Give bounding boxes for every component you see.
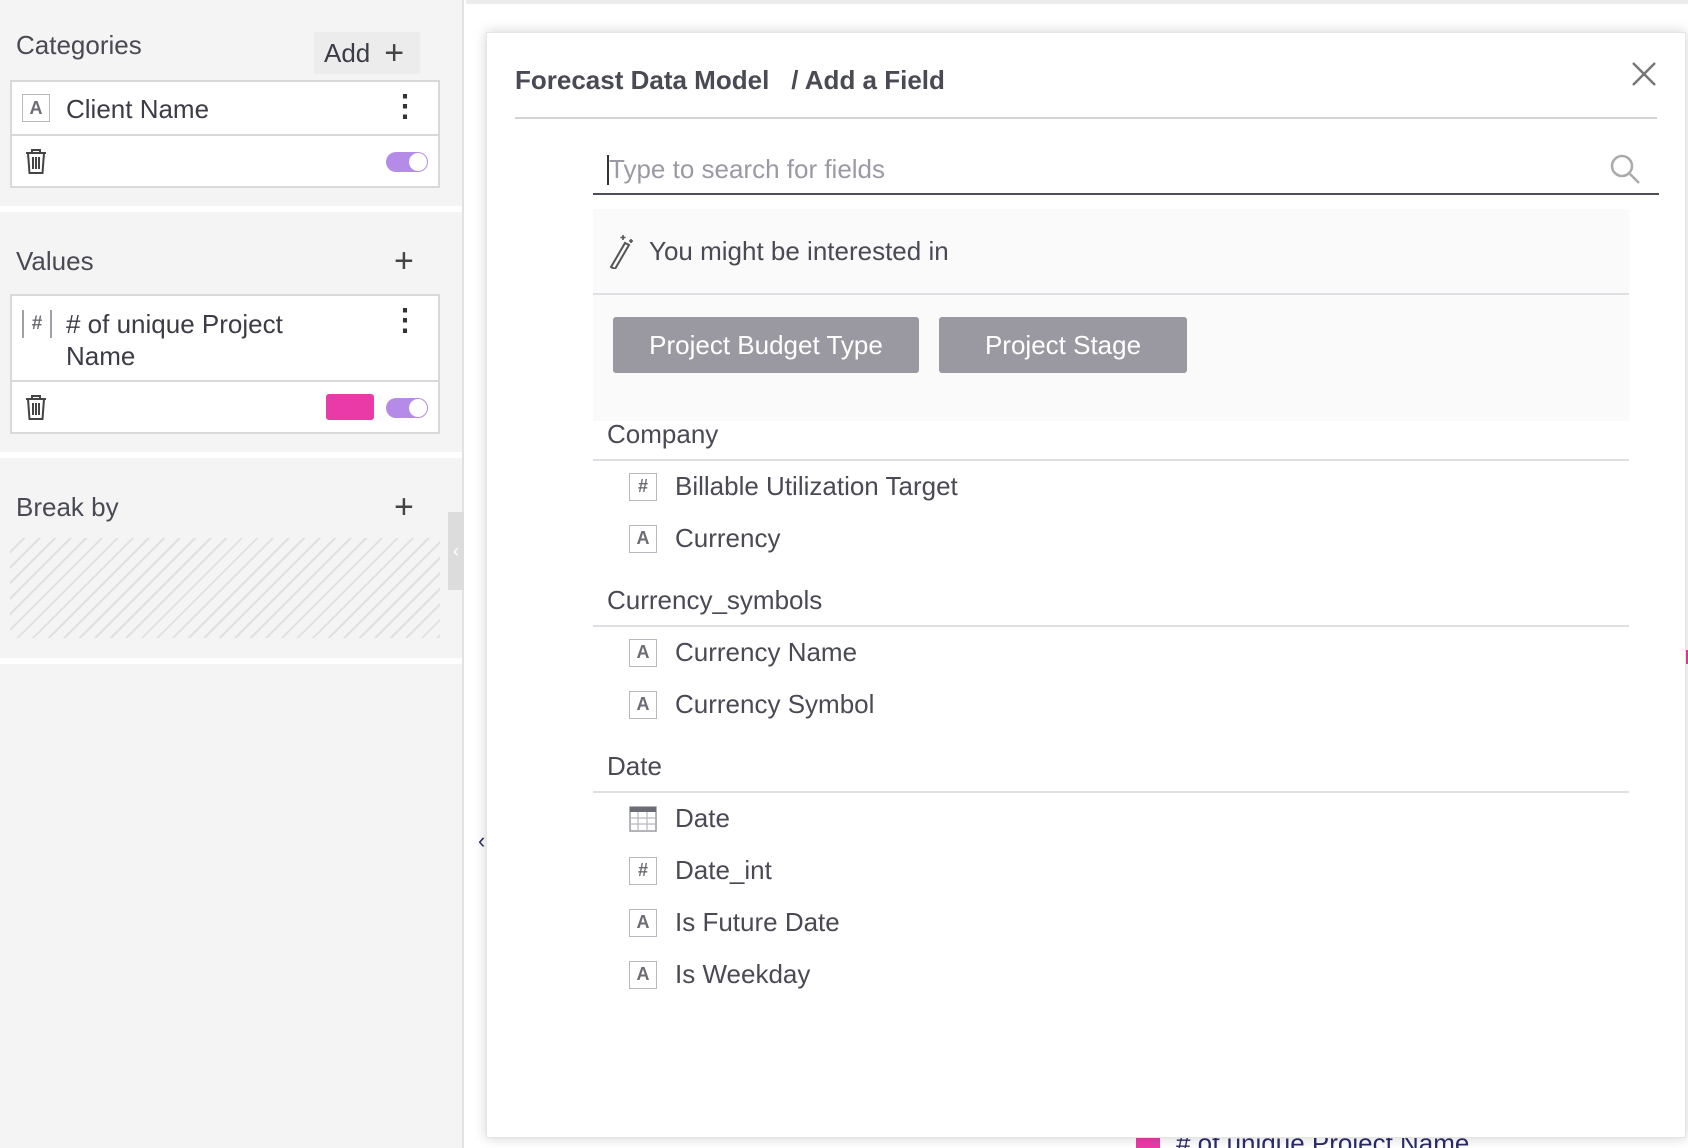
number-icon: # bbox=[629, 856, 657, 885]
categories-section: Categories Add + A Client Name ⋮ bbox=[0, 6, 462, 206]
plus-icon: + bbox=[384, 34, 405, 72]
breadcrumb: Forecast Data Model / Add a Field bbox=[515, 65, 945, 96]
trash-icon[interactable] bbox=[24, 147, 48, 175]
field-item[interactable]: A Is Weekday bbox=[629, 959, 810, 990]
search-input[interactable] bbox=[609, 149, 1589, 189]
add-label: Add bbox=[324, 37, 371, 68]
text-icon: A bbox=[629, 690, 657, 719]
suggestions-heading: You might be interested in bbox=[607, 233, 949, 269]
break-by-add-button[interactable]: + bbox=[394, 490, 414, 524]
suggestions-divider bbox=[593, 293, 1629, 295]
header-divider bbox=[515, 117, 1657, 119]
break-by-dropzone[interactable] bbox=[10, 538, 440, 638]
categories-add-button[interactable]: Add + bbox=[314, 32, 421, 74]
field-item[interactable]: # Date_int bbox=[629, 855, 772, 886]
field-label: Is Weekday bbox=[675, 959, 811, 989]
field-label: Currency Name bbox=[675, 637, 858, 667]
add-field-dialog: Forecast Data Model / Add a Field You mi… bbox=[486, 32, 1686, 1138]
suggestion-chip[interactable]: Project Budget Type bbox=[613, 317, 919, 373]
group-divider bbox=[593, 791, 1629, 793]
text-icon: A bbox=[629, 960, 657, 989]
kebab-menu-icon[interactable]: ⋮ bbox=[390, 92, 420, 122]
field-item[interactable]: A Is Future Date bbox=[629, 907, 840, 938]
number-type-icon: # bbox=[22, 310, 52, 338]
calendar-icon bbox=[629, 805, 657, 832]
collapse-panel-handle[interactable]: ‹ bbox=[448, 512, 464, 590]
canvas-top-strip bbox=[466, 0, 1688, 4]
suggestions-panel: You might be interested in Project Budge… bbox=[593, 209, 1629, 421]
field-item[interactable]: A Currency bbox=[629, 523, 780, 554]
categories-title: Categories bbox=[16, 30, 142, 60]
number-icon: # bbox=[629, 472, 657, 501]
breadcrumb-model[interactable]: Forecast Data Model bbox=[515, 65, 769, 96]
chip-label: Project Budget Type bbox=[649, 329, 883, 360]
left-panel: Categories Add + A Client Name ⋮ Values … bbox=[0, 0, 464, 1148]
suggestion-chip[interactable]: Project Stage bbox=[939, 317, 1187, 373]
magic-wand-icon bbox=[609, 235, 633, 269]
close-icon[interactable] bbox=[1627, 57, 1661, 91]
color-swatch[interactable] bbox=[326, 394, 374, 420]
field-label: Currency bbox=[675, 523, 781, 553]
suggestions-heading-text: You might be interested in bbox=[649, 235, 949, 266]
plus-icon: + bbox=[394, 242, 414, 280]
field-label: Date_int bbox=[675, 855, 772, 885]
kebab-menu-icon[interactable]: ⋮ bbox=[390, 306, 420, 336]
category-field-label: Client Name bbox=[66, 94, 210, 124]
category-card: A Client Name ⋮ bbox=[10, 80, 440, 188]
field-label: Billable Utilization Target bbox=[675, 471, 958, 501]
group-title-date: Date bbox=[607, 751, 662, 781]
field-label: Date bbox=[675, 803, 730, 833]
values-add-button[interactable]: + bbox=[394, 244, 414, 278]
values-title: Values bbox=[16, 246, 94, 276]
search-icon[interactable] bbox=[1609, 153, 1641, 185]
divider bbox=[0, 658, 462, 664]
field-item[interactable]: # Billable Utilization Target bbox=[629, 471, 958, 502]
chevron-left-icon[interactable]: ‹ bbox=[478, 828, 485, 854]
text-icon: A bbox=[629, 908, 657, 937]
visibility-toggle[interactable] bbox=[386, 398, 428, 418]
break-by-title: Break by bbox=[16, 492, 119, 522]
field-item[interactable]: A Currency Symbol bbox=[629, 689, 874, 720]
field-item[interactable]: A Currency Name bbox=[629, 637, 857, 668]
field-label: Is Future Date bbox=[675, 907, 840, 937]
group-title-company: Company bbox=[607, 419, 719, 449]
value-field-label: # of unique Project Name bbox=[66, 309, 283, 371]
breadcrumb-page: / Add a Field bbox=[791, 65, 945, 95]
visibility-toggle[interactable] bbox=[386, 152, 428, 172]
group-divider bbox=[593, 459, 1629, 461]
plus-icon: + bbox=[394, 488, 414, 526]
chip-label: Project Stage bbox=[984, 329, 1142, 360]
field-search bbox=[593, 145, 1659, 195]
values-section: Values + # # of unique Project Name ⋮ bbox=[0, 212, 462, 452]
field-label: Currency Symbol bbox=[675, 689, 875, 719]
field-item[interactable]: Date bbox=[629, 803, 730, 834]
text-type-icon: A bbox=[22, 94, 50, 122]
value-card: # # of unique Project Name ⋮ bbox=[10, 294, 440, 434]
trash-icon[interactable] bbox=[24, 393, 48, 421]
group-divider bbox=[593, 625, 1629, 627]
text-icon: A bbox=[629, 524, 657, 553]
text-icon: A bbox=[629, 638, 657, 667]
break-by-section: Break by + bbox=[0, 458, 462, 658]
group-title-currency-symbols: Currency_symbols bbox=[607, 585, 823, 615]
